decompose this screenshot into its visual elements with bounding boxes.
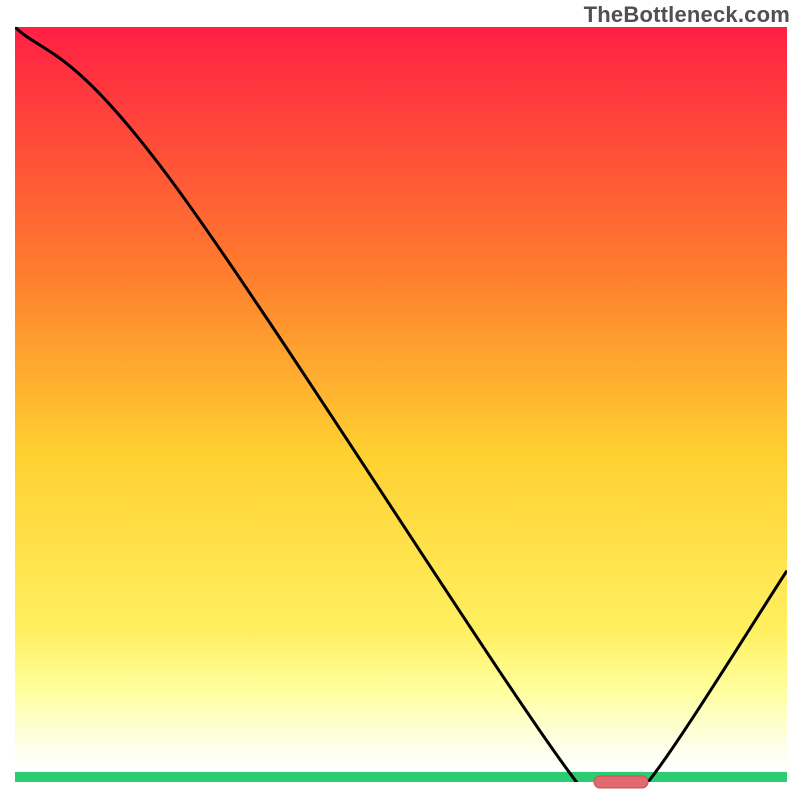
watermark-label: TheBottleneck.com (584, 2, 790, 28)
optimal-zone-marker (594, 776, 648, 788)
green-baseline-strip (15, 772, 787, 782)
gradient-background (15, 27, 787, 782)
bottleneck-chart (0, 0, 800, 800)
chart-stage: TheBottleneck.com (0, 0, 800, 800)
